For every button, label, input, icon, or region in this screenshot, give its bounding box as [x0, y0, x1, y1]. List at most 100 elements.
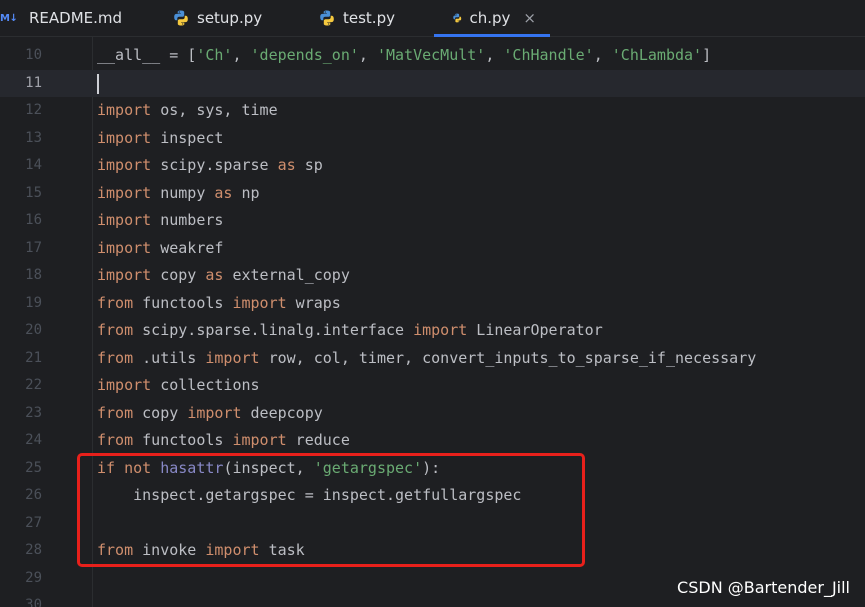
code-line[interactable]: 13 import inspect	[0, 125, 865, 152]
keyword-token: import	[97, 128, 152, 147]
code-line[interactable]: 14 import scipy.sparse as sp	[0, 152, 865, 179]
tab-readme-md[interactable]: M↓ README.md	[0, 0, 152, 36]
markdown-icon: M↓	[0, 12, 18, 24]
string-token: 'depends_on'	[250, 46, 359, 64]
keyword-token: import	[97, 211, 152, 229]
code-line[interactable]: 18 import copy as external_copy	[0, 262, 865, 289]
code-line[interactable]: 12 import os, sys, time	[0, 97, 865, 124]
code-token: deepcopy	[241, 403, 323, 422]
code-line[interactable]: 16 import numbers	[0, 207, 865, 234]
code-line[interactable]: 22 import collections	[0, 372, 865, 399]
line-number: 16	[25, 212, 42, 228]
code-token: external_copy	[223, 266, 350, 284]
code-token: reduce	[286, 431, 350, 449]
code-text: import os, sys, time	[97, 97, 278, 124]
keyword-token: import	[97, 376, 152, 394]
code-token: ,	[485, 46, 504, 64]
code-token: ,	[593, 46, 612, 64]
code-token: copy	[151, 266, 206, 284]
line-number: 12	[25, 102, 42, 118]
code-token: LinearOperator	[467, 321, 603, 339]
code-token: .utils	[133, 348, 206, 367]
keyword-token: import	[97, 266, 152, 284]
code-text: import copy as external_copy	[97, 262, 350, 289]
code-token: np	[232, 183, 260, 202]
tab-label: README.md	[29, 9, 123, 27]
line-number: 25	[25, 459, 42, 476]
keyword-token: from	[97, 348, 134, 367]
keyword-token: as	[214, 183, 233, 202]
python-icon	[453, 13, 462, 23]
code-line[interactable]: 11	[0, 69, 865, 97]
code-token: numpy	[151, 183, 215, 202]
tab-setup-py[interactable]: setup.py	[152, 0, 298, 36]
code-text: import collections	[97, 372, 260, 399]
code-token: ,	[358, 46, 377, 64]
line-number: 22	[25, 377, 42, 393]
keyword-token: import	[97, 101, 152, 119]
code-line[interactable]: 19 from functools import wraps	[0, 290, 865, 317]
code-text: import numbers	[97, 207, 223, 234]
line-number: 21	[25, 349, 42, 366]
string-token: 'Ch'	[196, 46, 233, 64]
line-number: 10	[25, 47, 42, 63]
keyword-token: import	[413, 321, 468, 339]
keyword-token: import	[187, 403, 242, 422]
keyword-token: import	[232, 431, 287, 449]
code-text: import inspect	[97, 125, 223, 152]
code-token: scipy.sparse.linalg.interface	[133, 321, 414, 339]
code-token: numbers	[151, 211, 224, 229]
code-line[interactable]: 23 from copy import deepcopy	[0, 400, 865, 427]
code-token: inspect	[151, 128, 224, 147]
code-text: from .utils import row, col, timer, conv…	[97, 345, 756, 372]
line-number: 30	[25, 597, 42, 607]
tab-label: test.py	[343, 9, 395, 27]
string-token: 'ChHandle'	[503, 46, 594, 64]
code-line[interactable]: 15 import numpy as np	[0, 180, 865, 207]
tab-ch-py[interactable]: ch.py ×	[434, 0, 550, 37]
code-line[interactable]: 21 from .utils import row, col, timer, co…	[0, 345, 865, 372]
code-line[interactable]: 17 import weakref	[0, 235, 865, 262]
keyword-token: from	[97, 403, 134, 422]
editor-tab-bar: M↓ README.md setup.py test.py ch.py ×	[0, 0, 865, 37]
line-number: 23	[25, 404, 42, 421]
line-number: 29	[25, 569, 42, 586]
keyword-token: import	[205, 348, 260, 367]
code-token: scipy.sparse	[151, 156, 278, 174]
keyword-token: import	[97, 156, 152, 174]
line-number: 20	[25, 322, 42, 338]
code-token: functools	[133, 293, 233, 312]
text-caret	[97, 73, 99, 94]
code-text: import scipy.sparse as sp	[97, 152, 323, 179]
string-token: 'ChLambda'	[611, 46, 703, 64]
line-number: 14	[25, 157, 42, 173]
close-icon[interactable]: ×	[523, 9, 536, 27]
highlight-annotation-box	[77, 453, 585, 567]
keyword-token: as	[205, 266, 224, 284]
code-text: from functools import wraps	[97, 290, 341, 317]
tab-test-py[interactable]: test.py	[298, 0, 434, 36]
code-line[interactable]: 10 __all__ = ['Ch', 'depends_on', 'MatVec…	[0, 42, 865, 69]
tab-label: setup.py	[197, 9, 263, 27]
keyword-token: import	[97, 183, 152, 202]
code-line[interactable]: 24 from functools import reduce	[0, 427, 865, 454]
python-icon	[320, 10, 334, 26]
keyword-token: from	[97, 321, 134, 339]
keyword-token: as	[277, 156, 296, 174]
line-number: 17	[25, 239, 42, 256]
code-token: wraps	[286, 293, 341, 312]
code-text: from functools import reduce	[97, 427, 350, 454]
line-number: 19	[25, 294, 42, 311]
string-token: 'MatVecMult'	[376, 46, 486, 64]
code-token: functools	[133, 431, 233, 449]
code-line[interactable]: 20 from scipy.sparse.linalg.interface imp…	[0, 317, 865, 344]
keyword-token: from	[97, 431, 134, 449]
code-token: ,	[232, 46, 251, 64]
code-token: ]	[702, 46, 712, 64]
line-number: 15	[25, 184, 42, 201]
code-token: copy	[133, 403, 188, 422]
code-token: weakref	[151, 238, 224, 257]
code-token: sp	[295, 156, 323, 174]
python-icon	[174, 10, 188, 26]
keyword-token: from	[97, 293, 134, 312]
